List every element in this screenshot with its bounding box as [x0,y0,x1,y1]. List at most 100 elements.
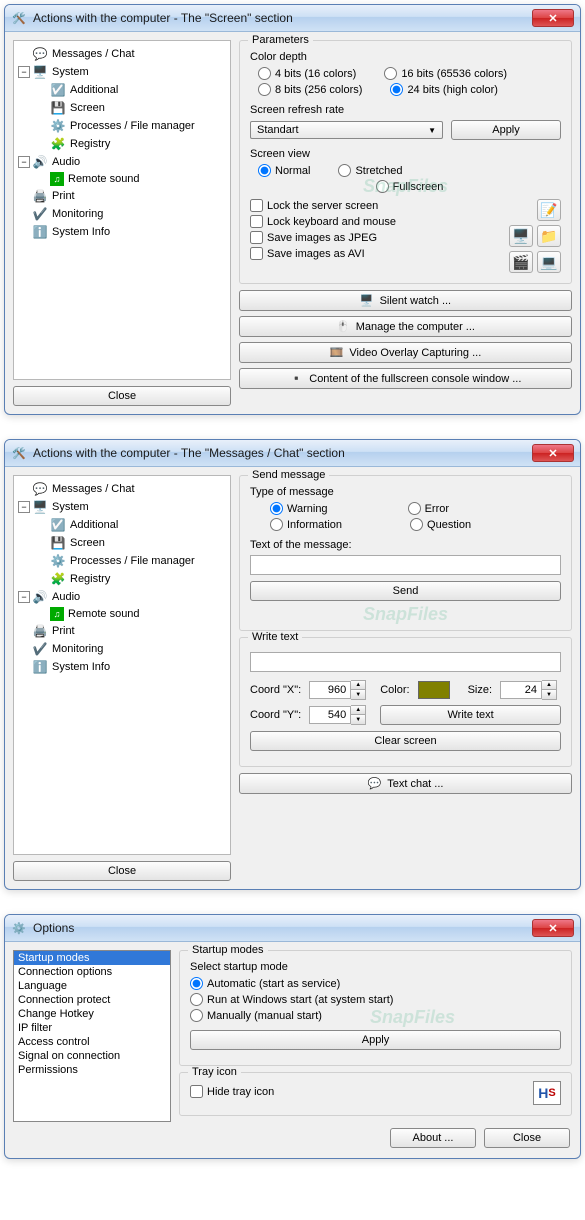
spinner-up-icon[interactable]: ▲ [351,706,365,715]
color-picker[interactable] [418,681,450,699]
nav-tree[interactable]: 💬Messages / Chat −🖥️System ☑️Additional … [13,40,231,380]
spinner-down-icon[interactable]: ▼ [351,715,365,724]
folder-icon-button[interactable]: 📁 [537,225,561,247]
tree-item-additional[interactable]: ☑️Additional [16,81,228,99]
radio-information[interactable]: Information [270,518,342,531]
tree-item-system-info[interactable]: ℹ️System Info [16,223,228,241]
send-button[interactable]: Send [250,581,561,601]
apply-button[interactable]: Apply [451,120,561,140]
spinner-down-icon[interactable]: ▼ [542,690,556,699]
console-content-button[interactable]: ▪️Content of the fullscreen console wind… [239,368,572,389]
refresh-label: Screen refresh rate [250,104,561,116]
radio-24bit[interactable]: 24 bits (high color) [390,83,498,96]
radio-16bit[interactable]: 16 bits (65536 colors) [384,67,507,80]
spinner-up-icon[interactable]: ▲ [542,681,556,690]
tree-item-processes[interactable]: ⚙️Processes / File manager [16,552,228,570]
tree-item-remote-sound[interactable]: ♫Remote sound [16,171,228,187]
tree-item-system[interactable]: −🖥️System [16,63,228,81]
list-item-permissions[interactable]: Permissions [14,1063,170,1077]
nav-tree[interactable]: 💬Messages / Chat −🖥️System ☑️Additional … [13,475,231,855]
screen-icon-button[interactable]: 💻 [537,251,561,273]
tree-item-system-info[interactable]: ℹ️System Info [16,658,228,676]
options-listbox[interactable]: Startup modes Connection options Languag… [13,950,171,1122]
printer-icon: 🖨️ [32,623,48,639]
about-button[interactable]: About ... [390,1128,476,1148]
view-label: Screen view [250,148,561,160]
tree-item-additional[interactable]: ☑️Additional [16,516,228,534]
write-text-input[interactable] [250,652,561,672]
check-hide-tray[interactable]: Hide tray icon [190,1085,274,1098]
check-save-avi[interactable]: Save images as AVI [250,247,396,260]
check-lock-kbd[interactable]: Lock keyboard and mouse [250,215,396,228]
window-close-button[interactable]: ✕ [532,444,574,462]
coord-y-spinner[interactable]: ▲▼ [309,705,366,725]
list-item-access[interactable]: Access control [14,1035,170,1049]
tree-item-monitoring[interactable]: ✔️Monitoring [16,205,228,223]
check-save-jpeg[interactable]: Save images as JPEG [250,231,396,244]
list-item-startup[interactable]: Startup modes [14,951,170,965]
window-close-button[interactable]: ✕ [532,919,574,937]
radio-fullscreen[interactable]: Fullscreen [376,180,444,193]
tree-item-processes[interactable]: ⚙️Processes / File manager [16,117,228,135]
tree-item-registry[interactable]: 🧩Registry [16,570,228,588]
radio-automatic[interactable]: Automatic (start as service) [190,977,561,990]
spinner-down-icon[interactable]: ▼ [351,690,365,699]
text-chat-button[interactable]: 💬Text chat ... [239,773,572,794]
tree-item-messages[interactable]: 💬Messages / Chat [16,480,228,498]
close-button[interactable]: Close [484,1128,570,1148]
close-button[interactable]: Close [13,861,231,881]
tree-item-monitoring[interactable]: ✔️Monitoring [16,640,228,658]
list-item-protect[interactable]: Connection protect [14,993,170,1007]
manage-computer-button[interactable]: 🖱️Manage the computer ... [239,316,572,337]
collapse-icon[interactable]: − [18,591,30,603]
collapse-icon[interactable]: − [18,156,30,168]
tree-item-print[interactable]: 🖨️Print [16,187,228,205]
size-spinner[interactable]: ▲▼ [500,680,557,700]
message-text-input[interactable] [250,555,561,575]
edit-icon-button[interactable]: 📝 [537,199,561,221]
tree-item-screen[interactable]: 💾Screen [16,99,228,117]
radio-winstart[interactable]: Run at Windows start (at system start) [190,993,561,1006]
send-message-label: Send message [248,469,329,481]
monitor-icon: ✔️ [32,206,48,222]
sound-icon: ♫ [50,607,64,621]
display-icon-button[interactable]: 🖥️ [509,225,533,247]
list-item-ipfilter[interactable]: IP filter [14,1021,170,1035]
radio-error[interactable]: Error [408,502,449,515]
list-item-language[interactable]: Language [14,979,170,993]
radio-4bit[interactable]: 4 bits (16 colors) [258,67,356,80]
silent-watch-button[interactable]: 🖥️Silent watch ... [239,290,572,311]
film-icon-button[interactable]: 🎬 [509,251,533,273]
tree-item-audio[interactable]: −🔊Audio [16,588,228,606]
collapse-icon[interactable]: − [18,66,30,78]
tree-item-registry[interactable]: 🧩Registry [16,135,228,153]
window-close-button[interactable]: ✕ [532,9,574,27]
check-lock-screen[interactable]: Lock the server screen [250,199,396,212]
radio-manual[interactable]: Manually (manual start)SnapFiles [190,1009,561,1022]
collapse-icon[interactable]: − [18,501,30,513]
radio-warning[interactable]: Warning [270,502,328,515]
list-item-connection[interactable]: Connection options [14,965,170,979]
radio-normal[interactable]: Normal [258,164,310,177]
tree-item-remote-sound[interactable]: ♫Remote sound [16,606,228,622]
chevron-down-icon: ▼ [428,126,436,135]
tree-item-system[interactable]: −🖥️System [16,498,228,516]
close-button[interactable]: Close [13,386,231,406]
list-item-hotkey[interactable]: Change Hotkey [14,1007,170,1021]
list-item-signal[interactable]: Signal on connection [14,1049,170,1063]
radio-question[interactable]: Question [410,518,471,531]
tree-item-messages[interactable]: 💬Messages / Chat [16,45,228,63]
radio-8bit[interactable]: 8 bits (256 colors) [258,83,362,96]
video-overlay-button[interactable]: 🎞️Video Overlay Capturing ... [239,342,572,363]
tree-item-audio[interactable]: −🔊Audio [16,153,228,171]
write-text-button[interactable]: Write text [380,705,561,725]
tree-item-print[interactable]: 🖨️Print [16,622,228,640]
coord-x-label: Coord "X": [250,684,301,696]
coord-x-spinner[interactable]: ▲▼ [309,680,366,700]
apply-button[interactable]: Apply [190,1030,561,1050]
refresh-combo[interactable]: Standart▼ [250,121,443,139]
radio-stretched[interactable]: Stretched [338,164,402,177]
tree-item-screen[interactable]: 💾Screen [16,534,228,552]
clear-screen-button[interactable]: Clear screen [250,731,561,751]
spinner-up-icon[interactable]: ▲ [351,681,365,690]
